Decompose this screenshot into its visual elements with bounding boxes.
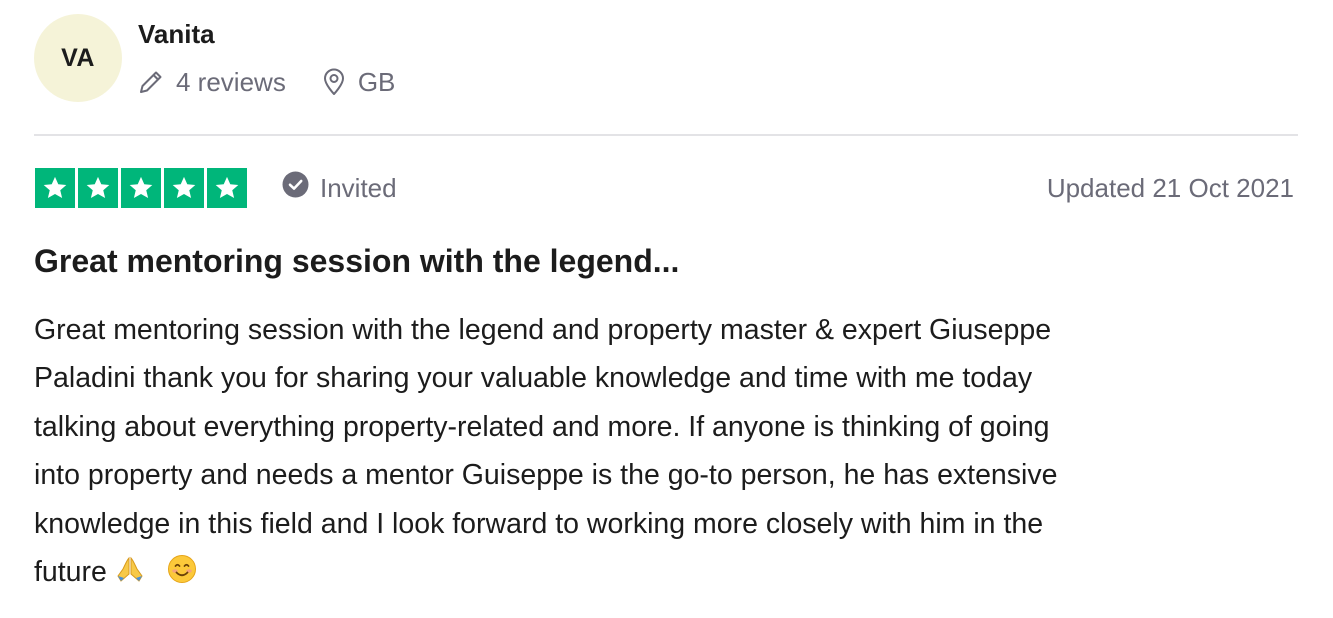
avatar-initials: VA (61, 43, 95, 72)
star-icon (35, 168, 75, 208)
avatar[interactable]: VA (34, 14, 122, 102)
review-body-line: knowledge in this field and I look forwa… (34, 507, 1044, 540)
review-date: Updated 21 Oct 2021 (1046, 172, 1294, 203)
star-icon (78, 168, 118, 208)
invited-label: Invited (320, 172, 397, 203)
review-card: VA Vanita 4 reviews GB Invited Updated 2… (0, 0, 1333, 618)
pencil-icon (138, 69, 164, 95)
reviewer-country: GB (322, 66, 396, 98)
review-title[interactable]: Great mentoring session with the legend.… (34, 243, 679, 280)
review-body-line: Great mentoring session with the legend … (34, 314, 1052, 346)
reviews-count-label: 4 reviews (176, 66, 286, 97)
star-icon (164, 168, 204, 208)
star-rating (35, 168, 247, 208)
check-circle-icon (282, 171, 309, 205)
divider (34, 134, 1298, 136)
review-body-line: into property and needs a mentor Guisepp… (34, 459, 1058, 492)
invited-badge[interactable]: Invited (282, 170, 397, 206)
smiling-face-emoji (167, 551, 197, 599)
reviews-count: 4 reviews (138, 67, 286, 98)
review-body-line: future (34, 556, 107, 589)
country-label: GB (357, 66, 396, 97)
reviewer-meta: 4 reviews GB (138, 64, 395, 100)
reviewer-name[interactable]: Vanita (138, 19, 215, 50)
location-pin-icon (322, 68, 346, 96)
star-icon (121, 168, 161, 208)
star-icon (207, 168, 247, 208)
review-body-line: Paladini thank you for sharing your valu… (34, 362, 1033, 395)
folded-hands-emoji (115, 551, 145, 599)
review-body-line: talking about everything property-relate… (34, 410, 1050, 443)
review-body-last-line: future (34, 548, 1304, 599)
review-body: Great mentoring session with the legend … (34, 306, 1304, 599)
